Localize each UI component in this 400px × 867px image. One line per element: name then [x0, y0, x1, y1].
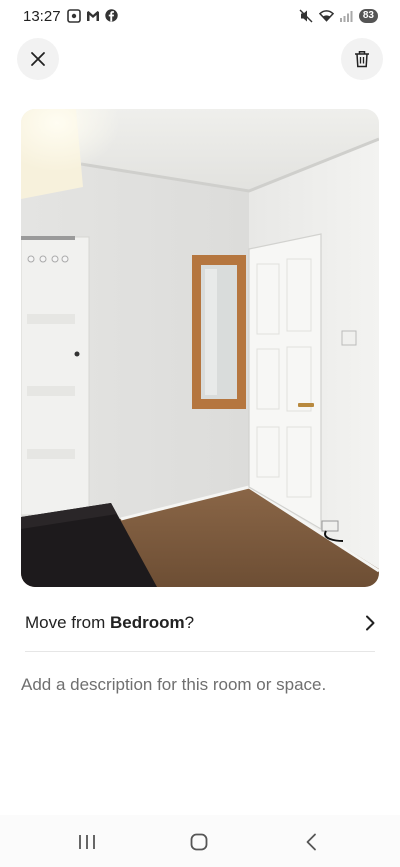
system-navigation-bar: [0, 815, 400, 867]
system-icons: 83: [299, 8, 378, 23]
move-room-row[interactable]: Move from Bedroom?: [25, 603, 375, 643]
battery-indicator: 83: [358, 8, 378, 23]
move-suffix: ?: [184, 613, 195, 632]
gmail-icon: [85, 8, 100, 23]
wifi-icon: [318, 8, 334, 23]
current-room-name: Bedroom: [110, 613, 185, 632]
facebook-icon: [104, 8, 119, 23]
screenshot-icon: [66, 8, 81, 23]
delete-button[interactable]: [341, 38, 383, 80]
close-icon: [30, 51, 46, 67]
back-icon: [305, 833, 317, 851]
move-room-text: Move from Bedroom?: [25, 613, 194, 633]
close-button[interactable]: [17, 38, 59, 80]
home-icon: [190, 833, 208, 851]
room-photo-image: [21, 109, 379, 587]
recent-apps-button[interactable]: [72, 827, 102, 857]
notification-icons: [66, 8, 119, 23]
home-button[interactable]: [184, 827, 214, 857]
signal-icon: [339, 8, 354, 23]
mute-icon: [299, 8, 314, 23]
status-bar: 13:27 83: [0, 0, 400, 32]
move-prefix: Move from: [25, 613, 111, 632]
room-description-input[interactable]: [21, 670, 381, 700]
battery-level: 83: [362, 10, 374, 21]
recent-apps-icon: [78, 834, 96, 850]
room-photo[interactable]: [21, 109, 379, 587]
trash-icon: [354, 50, 370, 68]
back-button[interactable]: [296, 827, 326, 857]
divider: [25, 651, 375, 652]
chevron-right-icon: [365, 615, 375, 631]
status-time: 13:27: [23, 8, 61, 25]
